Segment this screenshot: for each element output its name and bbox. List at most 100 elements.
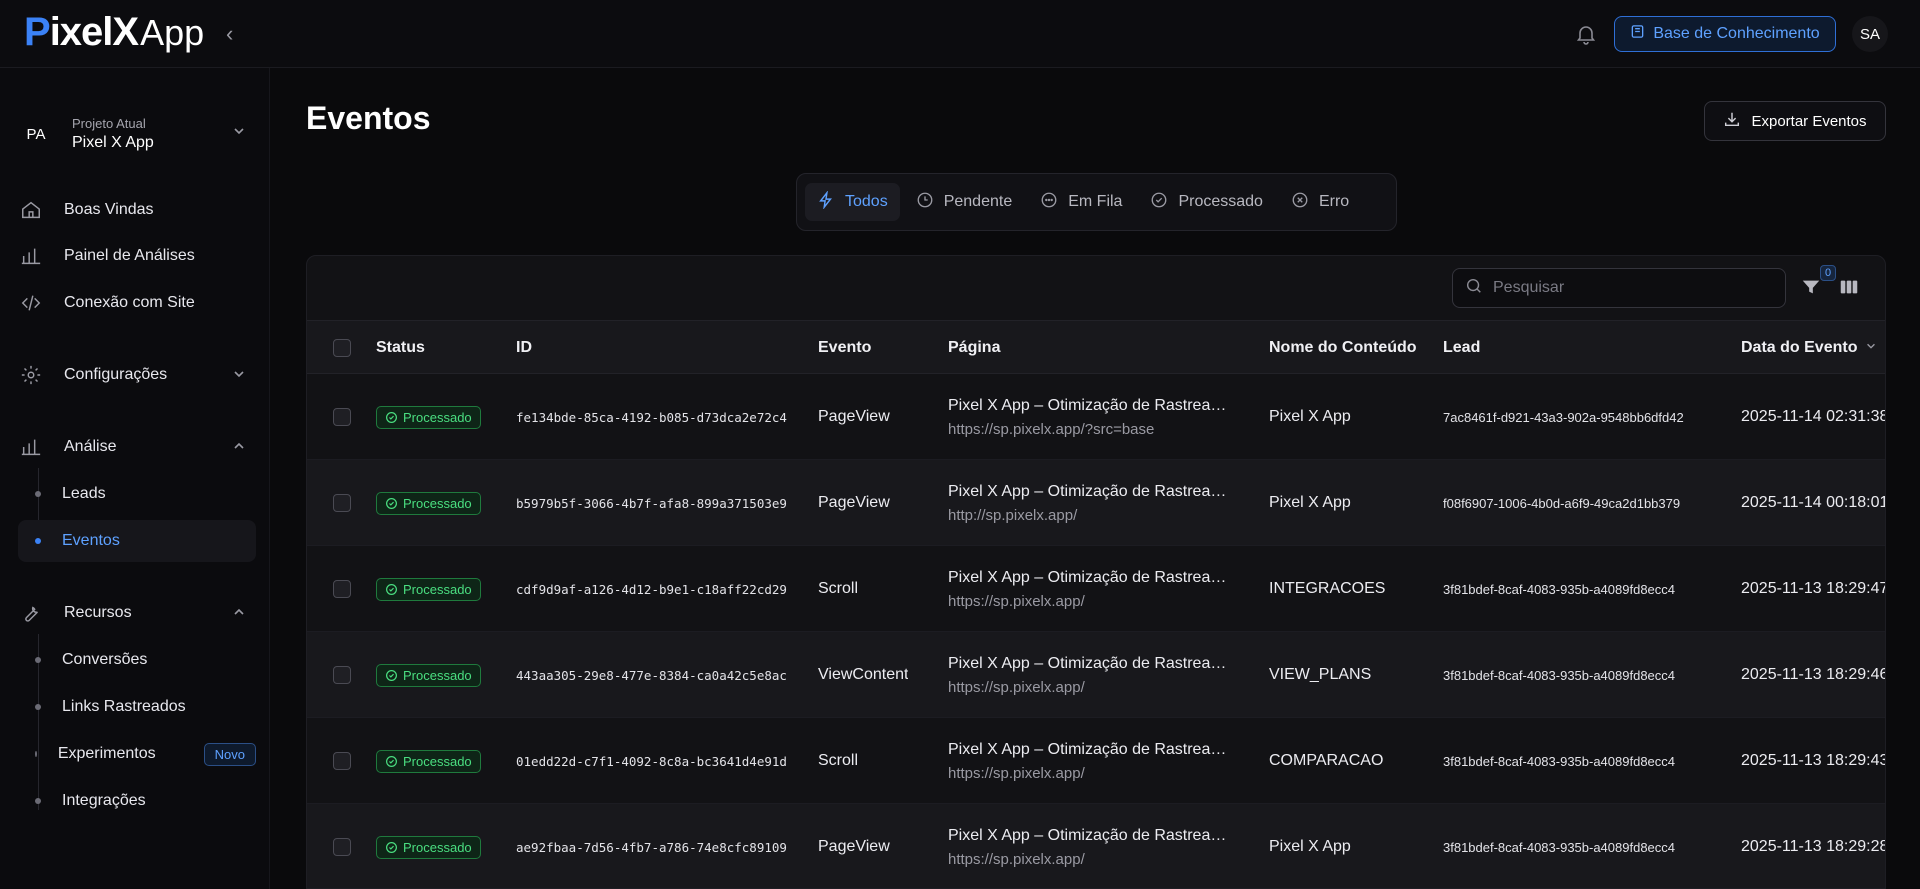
sidebar-item-tracked-links[interactable]: Links Rastreados (18, 686, 256, 728)
page-cell: Pixel X App – Otimização de Rastreamento… (948, 374, 1228, 460)
row-checkbox[interactable] (333, 752, 351, 770)
lead-id-cell[interactable]: 3f81bdef-8caf-4083-935b-a4089fd8ecc4 (1443, 804, 1675, 888)
book-icon (1630, 24, 1645, 44)
table-row[interactable]: Processado b5979b5f-3066-4b7f-afa8-899a37… (307, 460, 1885, 546)
logo[interactable]: PixelX App (24, 10, 204, 58)
bullet-icon (35, 657, 41, 663)
knowledge-base-label: Base de Conhecimento (1653, 25, 1820, 42)
sidebar-item-label: Recursos (64, 604, 132, 621)
lead-id-cell[interactable]: 7ac8461f-d921-43a3-902a-9548bb6dfd42 (1443, 374, 1684, 460)
column-header-content-name[interactable]: Nome do Conteúdo (1269, 321, 1417, 375)
sidebar-item-settings[interactable]: Configurações (18, 355, 256, 395)
row-select-cell (333, 460, 351, 546)
filter-tab-processed[interactable]: Processado (1138, 183, 1275, 221)
chevron-up-icon (232, 439, 246, 458)
column-header-status[interactable]: Status (376, 321, 425, 375)
row-checkbox[interactable] (333, 408, 351, 426)
sidebar-item-label: Conversões (62, 651, 148, 668)
page-title-text: Pixel X App – Otimização de Rastreamento (948, 740, 1228, 758)
sidebar-item-events[interactable]: Eventos (18, 520, 256, 562)
table-row[interactable]: Processado cdf9d9af-a126-4d12-b9e1-c18aff… (307, 546, 1885, 632)
page-url-link[interactable]: https://sp.pixelx.app/ (948, 765, 1188, 782)
user-avatar[interactable]: SA (1852, 16, 1888, 52)
column-header-event[interactable]: Evento (818, 321, 871, 375)
page-cell: Pixel X App – Otimização de Rastreamento… (948, 718, 1228, 804)
table-header: Status ID Evento Página Nome do Conteúdo… (307, 320, 1885, 375)
row-checkbox[interactable] (333, 494, 351, 512)
table-row[interactable]: Processado 01edd22d-c7f1-4092-8c8a-bc3641… (307, 718, 1885, 804)
table-row[interactable]: Processado fe134bde-85ca-4192-b085-d73dca… (307, 374, 1885, 460)
filter-tab-pending[interactable]: Pendente (904, 183, 1025, 221)
lead-id-cell[interactable]: 3f81bdef-8caf-4083-935b-a4089fd8ecc4 (1443, 546, 1675, 632)
collapse-sidebar-button[interactable]: ‹ (226, 20, 246, 48)
sidebar-item-integrations[interactable]: Integrações (18, 780, 256, 822)
clock-icon (916, 191, 934, 214)
sidebar-item-experiments[interactable]: Experimentos Novo (18, 733, 256, 775)
page-url-link[interactable]: https://sp.pixelx.app/ (948, 679, 1188, 696)
sidebar-item-resources[interactable]: Recursos (18, 593, 256, 633)
page-cell: Pixel X App – Otimização de Rastreamento… (948, 460, 1228, 546)
home-icon (18, 197, 44, 223)
knowledge-base-button[interactable]: Base de Conhecimento (1614, 16, 1836, 52)
event-id-cell: b5979b5f-3066-4b7f-afa8-899a371503e9 (516, 495, 787, 511)
row-select-cell (333, 718, 351, 804)
filter-label: Pendente (943, 193, 1013, 210)
check-circle-icon (386, 841, 397, 853)
sidebar-item-analytics-panel[interactable]: Painel de Análises (18, 236, 256, 276)
row-checkbox[interactable] (333, 838, 351, 856)
filter-label: Em Fila (1068, 193, 1123, 210)
page-url-link[interactable]: https://sp.pixelx.app/?src=base (948, 421, 1188, 438)
table-row[interactable]: Processado ae92fbaa-7d56-4fb7-a786-74e8cf… (307, 804, 1885, 888)
event-id-cell: fe134bde-85ca-4192-b085-d73dca2e72c4 (516, 409, 787, 425)
page-title-text: Pixel X App – Otimização de Rastreamento (948, 826, 1228, 844)
event-id-cell: 443aa305-29e8-477e-8384-ca0a42c5e8ac (516, 667, 787, 683)
filter-tab-queued[interactable]: Em Fila (1028, 183, 1134, 221)
project-selector[interactable]: PA Projeto Atual Pixel X App (18, 106, 254, 162)
sidebar-item-leads[interactable]: Leads (18, 473, 256, 515)
sidebar-item-welcome[interactable]: Boas Vindas (18, 190, 256, 230)
lead-id-cell[interactable]: 3f81bdef-8caf-4083-935b-a4089fd8ecc4 (1443, 718, 1675, 804)
export-events-button[interactable]: Exportar Eventos (1704, 101, 1886, 141)
filter-tab-all[interactable]: Todos (805, 183, 900, 221)
event-id-cell: 01edd22d-c7f1-4092-8c8a-bc3641d4e91d (516, 753, 787, 769)
check-circle-icon (386, 669, 397, 681)
column-header-event-date[interactable]: Data do Evento (1741, 321, 1877, 375)
select-all-checkbox[interactable] (333, 339, 351, 357)
lightning-icon (817, 189, 835, 214)
check-circle-icon (386, 411, 397, 423)
notifications-bell-icon[interactable] (1574, 22, 1598, 46)
status-badge: Processado (376, 577, 481, 601)
sidebar-item-analysis[interactable]: Análise (18, 427, 256, 467)
column-header-id[interactable]: ID (516, 321, 532, 375)
sidebar-item-conversions[interactable]: Conversões (18, 639, 256, 681)
content-name-cell: Pixel X App (1269, 838, 1351, 855)
event-type-cell: ViewContent (818, 666, 909, 683)
search-input[interactable] (1493, 279, 1773, 297)
project-caption: Projeto Atual (72, 116, 146, 131)
sidebar-item-site-connection[interactable]: Conexão com Site (18, 283, 256, 323)
select-all-cell (333, 321, 351, 375)
table-row[interactable]: Processado 443aa305-29e8-477e-8384-ca0a42… (307, 632, 1885, 718)
row-checkbox[interactable] (333, 580, 351, 598)
chevron-down-icon (232, 367, 246, 386)
row-checkbox[interactable] (333, 666, 351, 684)
columns-icon[interactable] (1838, 276, 1862, 300)
chevron-up-icon (232, 605, 246, 624)
gear-icon (18, 362, 44, 388)
bar-chart-icon (18, 434, 44, 460)
bullet-icon (35, 798, 41, 804)
filter-tab-error[interactable]: Erro (1279, 183, 1361, 221)
status-badge: Processado (376, 405, 481, 429)
page-url-link[interactable]: https://sp.pixelx.app/ (948, 851, 1188, 868)
page-url-link[interactable]: http://sp.pixelx.app/ (948, 507, 1188, 524)
page-url-link[interactable]: https://sp.pixelx.app/ (948, 593, 1188, 610)
sidebar: PA Projeto Atual Pixel X App Boas Vindas… (0, 68, 270, 889)
sidebar-item-label: Boas Vindas (64, 201, 154, 218)
row-select-cell (333, 374, 351, 460)
new-badge: Novo (203, 742, 256, 766)
status-badge: Processado (376, 749, 481, 773)
lead-id-cell[interactable]: 3f81bdef-8caf-4083-935b-a4089fd8ecc4 (1443, 632, 1675, 718)
column-header-page[interactable]: Página (948, 321, 1000, 375)
lead-id-cell[interactable]: f08f6907-1006-4b0d-a6f9-49ca2d1bb379 (1443, 460, 1680, 546)
column-header-lead[interactable]: Lead (1443, 321, 1480, 375)
